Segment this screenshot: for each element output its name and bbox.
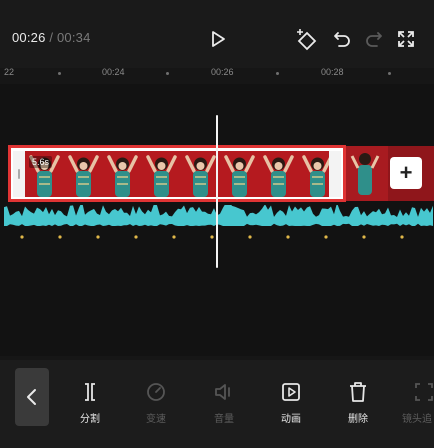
volume-tool[interactable]: 音量 bbox=[204, 380, 244, 425]
play-icon bbox=[212, 31, 225, 47]
clip-trim-handle-right[interactable] bbox=[329, 151, 341, 197]
tool-label: 变速 bbox=[146, 414, 166, 425]
clip-thumbnail-frame bbox=[181, 151, 220, 197]
ruler-label: 00:28 bbox=[321, 67, 344, 77]
ruler-tick bbox=[276, 72, 279, 75]
ruler-label: 00:24 bbox=[102, 67, 125, 77]
ruler-label: 00:26 bbox=[211, 67, 234, 77]
tool-label: 镜头追 bbox=[402, 414, 432, 425]
keyframe-button[interactable] bbox=[294, 26, 320, 52]
clip-thumbnail-frame bbox=[103, 151, 142, 197]
clip-thumbnail-frame bbox=[142, 151, 181, 197]
fullscreen-button[interactable] bbox=[394, 27, 418, 51]
top-bar: 00:26 / 00:34 bbox=[0, 0, 434, 68]
delete-tool[interactable]: 删除 bbox=[338, 380, 378, 425]
clip-thumbnail-frame bbox=[64, 151, 103, 197]
split-tool[interactable]: 分割 bbox=[70, 380, 110, 425]
tool-label: 动画 bbox=[281, 414, 301, 425]
ruler-tick bbox=[58, 72, 61, 75]
ruler-tick bbox=[166, 72, 169, 75]
keyframe-add-icon bbox=[297, 29, 317, 51]
beat-marker bbox=[96, 235, 100, 239]
delete-icon bbox=[350, 382, 366, 402]
animation-tool[interactable]: 动画 bbox=[271, 380, 311, 425]
tool-label: 删除 bbox=[348, 414, 368, 425]
beat-marker bbox=[58, 235, 62, 239]
clip-thumbnails bbox=[25, 151, 331, 197]
fullscreen-icon bbox=[398, 31, 414, 47]
beat-marker bbox=[324, 235, 328, 239]
beat-marker bbox=[362, 235, 366, 239]
speed-tool[interactable]: 变速 bbox=[136, 380, 176, 425]
beat-marker bbox=[172, 235, 176, 239]
ruler-label: 22 bbox=[4, 67, 15, 77]
total-time: 00:34 bbox=[56, 30, 91, 45]
clip-thumbnail-frame bbox=[220, 151, 259, 197]
redo-icon bbox=[366, 32, 382, 47]
redo-button[interactable] bbox=[362, 27, 386, 51]
tool-label: 音量 bbox=[214, 414, 234, 425]
volume-icon bbox=[215, 384, 230, 400]
speed-icon bbox=[147, 383, 165, 401]
back-button[interactable] bbox=[15, 368, 49, 426]
beat-marker bbox=[400, 235, 404, 239]
clip-thumbnail-frame bbox=[298, 151, 331, 197]
clip-trim-handle-left[interactable] bbox=[13, 151, 25, 197]
play-button[interactable] bbox=[206, 27, 230, 51]
undo-button[interactable] bbox=[330, 27, 354, 51]
current-time: 00:26 bbox=[12, 30, 46, 45]
beat-marker bbox=[134, 235, 138, 239]
add-clip-button[interactable]: + bbox=[390, 157, 422, 189]
animation-icon bbox=[282, 383, 300, 401]
time-display: 00:26 / 00:34 bbox=[12, 30, 91, 45]
time-ruler[interactable]: 22 00:24 00:26 00:28 bbox=[0, 62, 434, 84]
beat-marker bbox=[210, 235, 214, 239]
clip-thumbnail-frame bbox=[259, 151, 298, 197]
camera-track-tool[interactable]: 镜头追 bbox=[402, 380, 434, 425]
audio-waveform[interactable] bbox=[4, 205, 434, 241]
clip-duration-badge: 5.6s bbox=[29, 156, 53, 168]
split-icon bbox=[85, 383, 95, 401]
beat-marker bbox=[286, 235, 290, 239]
beat-marker bbox=[20, 235, 24, 239]
camera-track-icon bbox=[415, 383, 433, 401]
playhead[interactable] bbox=[216, 115, 218, 268]
ruler-tick bbox=[388, 72, 391, 75]
selected-video-clip[interactable]: 5.6s bbox=[8, 145, 346, 202]
beat-marker bbox=[248, 235, 252, 239]
plus-icon: + bbox=[399, 160, 413, 185]
tool-label: 分割 bbox=[80, 414, 100, 425]
undo-icon bbox=[334, 32, 350, 47]
time-separator: / bbox=[45, 30, 57, 45]
chevron-left-icon bbox=[27, 389, 36, 405]
